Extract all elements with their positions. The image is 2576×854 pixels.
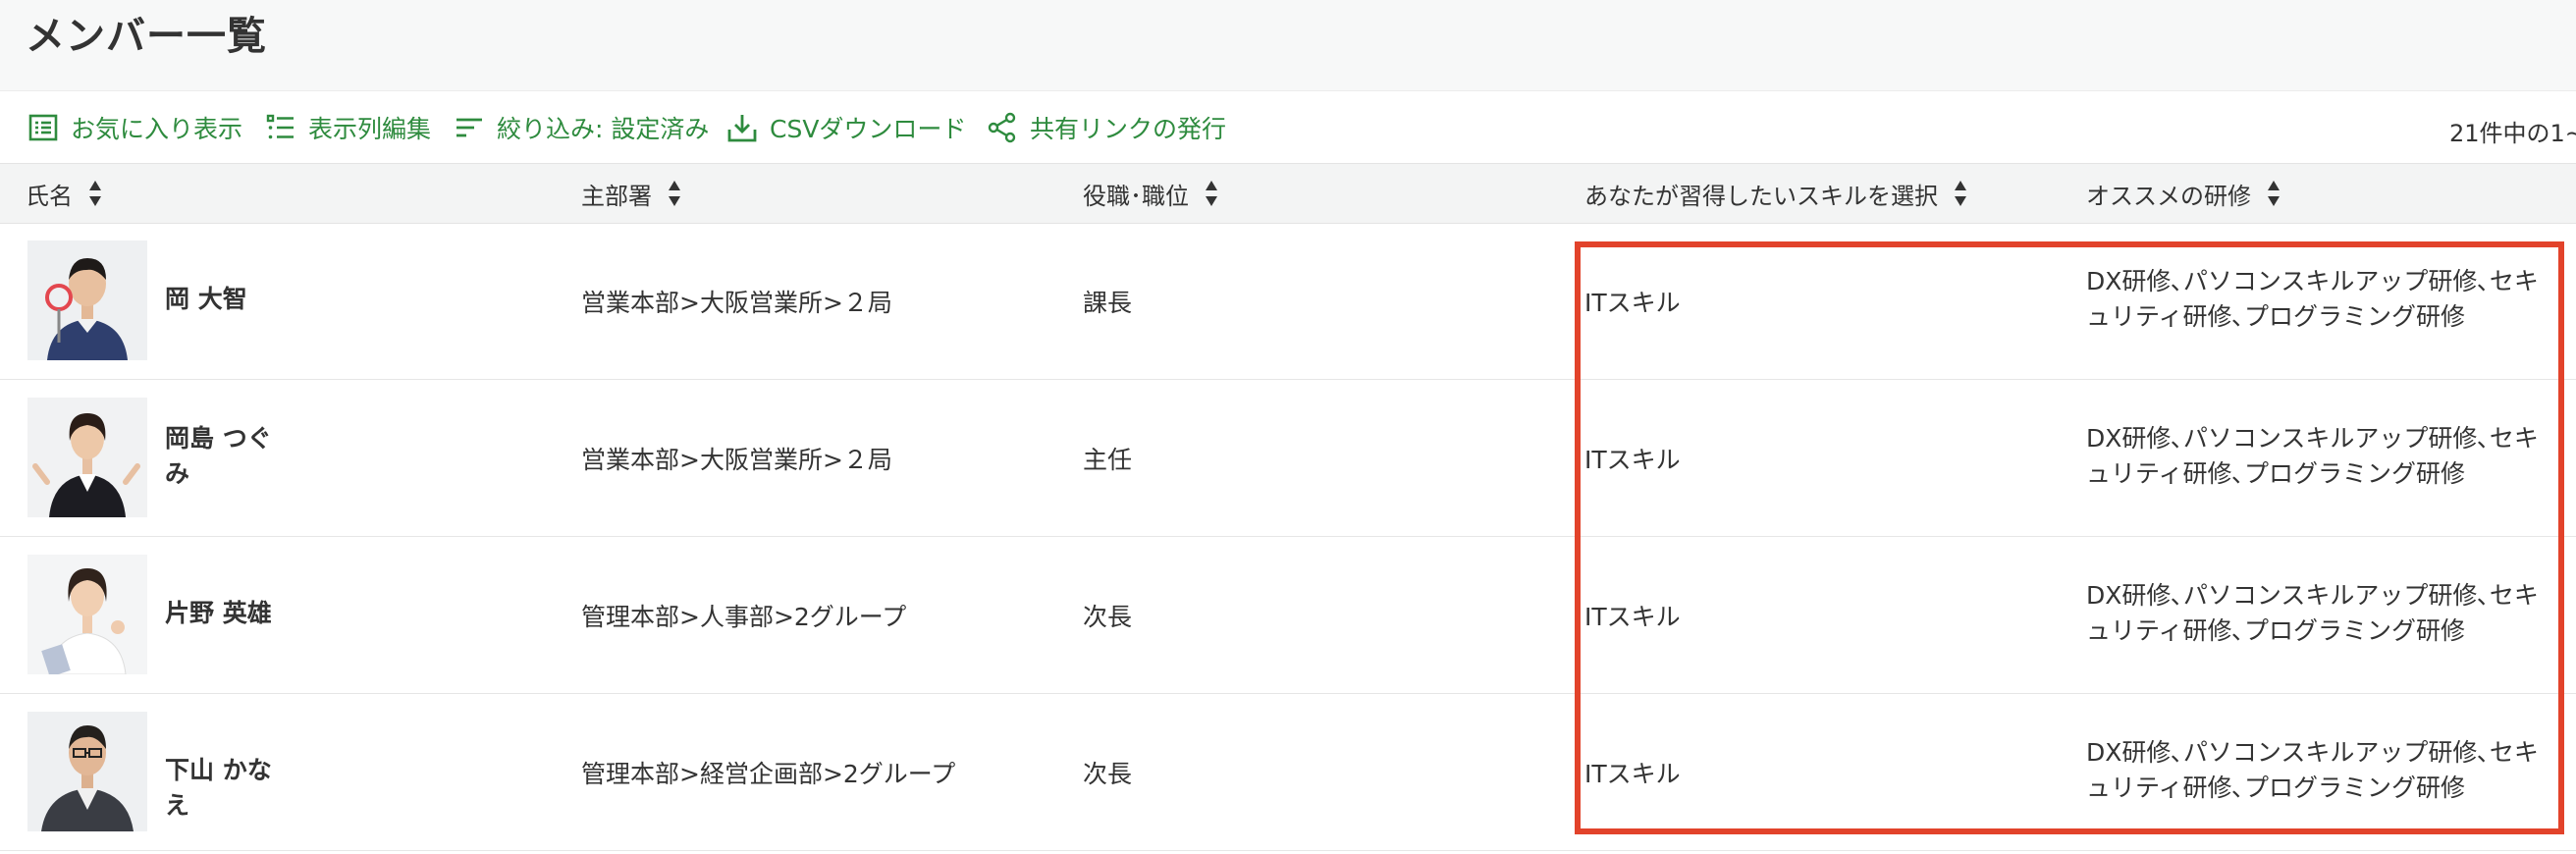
avatar[interactable]: [27, 398, 147, 517]
avatar[interactable]: [27, 712, 147, 831]
favorites-label: お気に入り表示: [71, 115, 243, 143]
position-cell: 主任: [1083, 446, 1133, 474]
column-header-skill[interactable]: あなたが習得したいスキルを選択: [1584, 178, 1967, 210]
column-header-position-label: 役職･職位: [1083, 182, 1189, 210]
sort-icon: [89, 181, 101, 206]
share-link-label: 共有リンクの発行: [1030, 115, 1227, 143]
department-cell: 管理本部>経営企画部>2グループ: [581, 760, 956, 788]
department-cell: 営業本部>大阪営業所>２局: [581, 446, 892, 474]
column-header-name-label: 氏名: [26, 182, 73, 210]
column-header-position[interactable]: 役職･職位: [1083, 178, 1218, 210]
sort-icon: [2268, 181, 2280, 206]
csv-download-button[interactable]: CSVダウンロード: [726, 110, 966, 145]
result-count: 21件中の1~: [2449, 120, 2576, 147]
list-icon: [28, 114, 58, 141]
avatar[interactable]: [27, 240, 147, 360]
share-link-button[interactable]: 共有リンクの発行: [987, 110, 1226, 145]
position-cell: 次長: [1083, 760, 1133, 788]
position-cell: 課長: [1083, 289, 1133, 317]
sort-icon: [1955, 181, 1966, 206]
sort-icon: [669, 181, 680, 206]
department-cell: 営業本部>大阪営業所>２局: [581, 289, 892, 317]
filter-icon: [456, 118, 482, 137]
department-cell: 管理本部>人事部>2グループ: [581, 603, 907, 631]
page-header: メンバー一覧: [0, 0, 2576, 91]
column-header-skill-label: あなたが習得したいスキルを選択: [1584, 182, 1938, 210]
filter-button[interactable]: 絞り込み: 設定済み: [454, 110, 709, 145]
toolbar: お気に入り表示 表示列編集 絞り込み: 設定済み CSVダウンロード 共有リンク…: [0, 90, 2576, 163]
member-name[interactable]: 岡 大智: [165, 282, 293, 317]
sort-icon: [1206, 181, 1217, 206]
csv-download-label: CSVダウンロード: [770, 115, 967, 143]
member-name[interactable]: 岡島 つぐみ: [165, 421, 293, 492]
avatar[interactable]: [27, 555, 147, 674]
table-header: 氏名 主部署 役職･職位 あなたが習得したいスキルを選択 オススメの研修: [0, 163, 2576, 224]
filter-label: 絞り込み: 設定済み: [497, 115, 710, 143]
edit-columns-button[interactable]: 表示列編集: [265, 110, 431, 145]
member-name[interactable]: 下山 かなえ: [165, 753, 293, 824]
page-title: メンバー一覧: [26, 14, 267, 59]
favorites-button[interactable]: お気に入り表示: [27, 110, 242, 145]
column-header-name[interactable]: 氏名: [26, 178, 102, 210]
column-header-department[interactable]: 主部署: [581, 178, 681, 210]
edit-columns-label: 表示列編集: [308, 115, 432, 143]
position-cell: 次長: [1083, 603, 1133, 631]
columns-icon: [266, 114, 294, 139]
column-header-department-label: 主部署: [581, 182, 652, 210]
highlight-frame: [1575, 241, 2564, 834]
member-name[interactable]: 片野 英雄: [165, 596, 293, 631]
column-header-training[interactable]: オススメの研修: [2086, 178, 2281, 210]
column-header-training-label: オススメの研修: [2086, 182, 2251, 210]
share-icon: [988, 112, 1016, 143]
download-icon: [727, 115, 757, 142]
